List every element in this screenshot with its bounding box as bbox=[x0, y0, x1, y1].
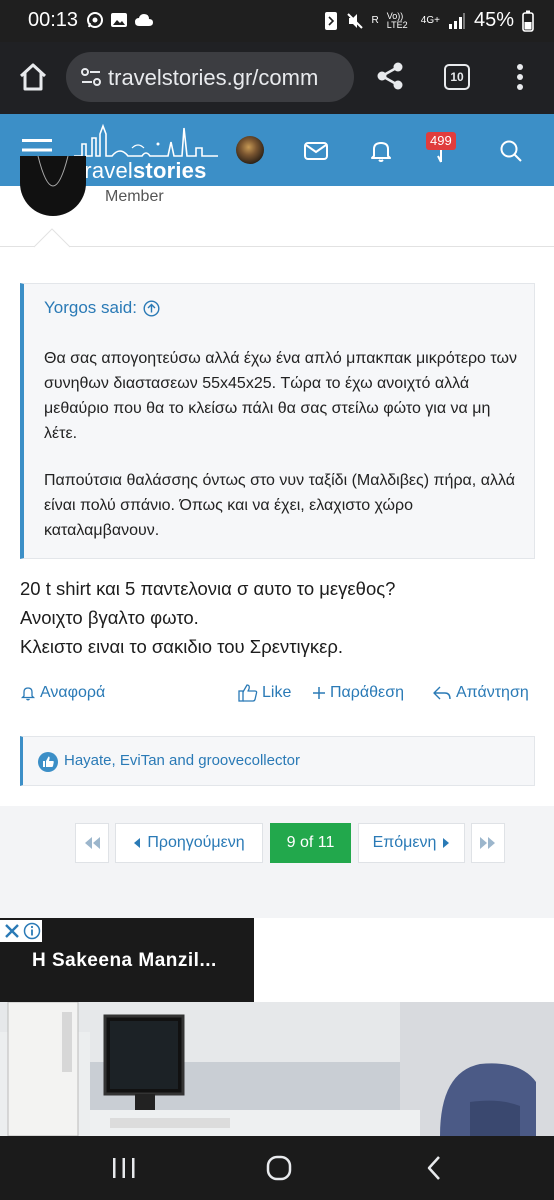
status-time: 00:13 bbox=[28, 9, 79, 31]
logo-prefix: travel bbox=[78, 158, 133, 183]
author-avatar[interactable] bbox=[20, 156, 86, 216]
reply-label: Απάντηση bbox=[456, 684, 529, 701]
address-bar[interactable]: travelstories.gr/comm bbox=[66, 52, 354, 102]
inbox-icon[interactable] bbox=[303, 138, 329, 164]
message-pointer bbox=[34, 228, 70, 248]
plus-icon bbox=[313, 687, 325, 699]
cloud-icon bbox=[135, 14, 153, 26]
gallery-icon bbox=[111, 13, 127, 27]
double-left-icon bbox=[85, 837, 100, 849]
report-button[interactable]: Αναφορά bbox=[20, 684, 105, 702]
reactions-bar[interactable]: Hayate, EviTan and groovecollector bbox=[20, 736, 535, 786]
home-icon[interactable] bbox=[16, 60, 50, 94]
site-settings-icon[interactable] bbox=[80, 66, 102, 88]
thumbs-up-icon bbox=[238, 684, 258, 702]
quote-author-link[interactable]: Yorgos said: bbox=[44, 298, 160, 318]
status-bar: 00:13 R Vo)) LTE2 4G+ 45% bbox=[0, 0, 554, 42]
reply-button[interactable]: Απάντηση bbox=[432, 684, 529, 702]
current-page-indicator[interactable]: 9 of 11 bbox=[270, 823, 351, 863]
reactions-users[interactable]: Hayate, EviTan and groovecollector bbox=[64, 752, 300, 769]
double-right-icon bbox=[480, 837, 495, 849]
signal-icon bbox=[448, 12, 465, 29]
overflow-menu-icon[interactable] bbox=[510, 62, 530, 92]
battery-percent: 45% bbox=[473, 9, 514, 31]
skyline-icon bbox=[74, 123, 218, 157]
next-page-label: Επόμενη bbox=[372, 834, 437, 851]
like-reaction-icon bbox=[38, 752, 58, 772]
author-role: Member bbox=[105, 188, 164, 205]
like-button[interactable]: Like bbox=[238, 684, 291, 702]
forum-post: Member Yorgos said: Θα σας απογοητεύσω α… bbox=[0, 156, 554, 806]
quote-block: Yorgos said: Θα σας απογοητεύσω αλλά έχω… bbox=[20, 283, 535, 559]
author-divider bbox=[0, 246, 554, 247]
mute-icon bbox=[346, 12, 363, 29]
logo-suffix: stories bbox=[133, 158, 207, 183]
browser-toolbar: travelstories.gr/comm 10 bbox=[0, 42, 554, 114]
ad-image[interactable] bbox=[0, 1002, 554, 1136]
quote-label: Παράθεση bbox=[330, 684, 404, 701]
network-type-label: 4G+ bbox=[420, 15, 440, 26]
prev-page-label: Προηγούμενη bbox=[147, 834, 245, 851]
user-avatar[interactable] bbox=[236, 136, 264, 164]
battery-icon bbox=[522, 10, 534, 32]
quote-button[interactable]: Παράθεση bbox=[312, 684, 404, 702]
roaming-label: R bbox=[371, 15, 379, 26]
reply-icon bbox=[433, 686, 451, 700]
status-system-icons: R Vo)) LTE2 4G+ 45% bbox=[324, 9, 534, 32]
search-icon[interactable] bbox=[498, 138, 524, 164]
arrow-circle-up-icon[interactable] bbox=[143, 299, 160, 317]
bell-icon bbox=[20, 687, 36, 701]
ad-title: H Sakeena Manzil... bbox=[32, 950, 217, 971]
next-page-button[interactable]: Επόμενη bbox=[358, 823, 465, 863]
post-actions: Αναφορά Like Παράθεση Απάντηση bbox=[0, 684, 554, 710]
volte-label: Vo)) LTE2 bbox=[386, 10, 408, 30]
system-nav-bar bbox=[0, 1136, 554, 1200]
prev-page-button[interactable]: Προηγούμενη bbox=[115, 823, 263, 863]
close-icon[interactable] bbox=[2, 921, 22, 941]
quote-paragraph-1: Θα σας απογοητεύσω αλλά έχω ένα απλό μπα… bbox=[44, 350, 517, 442]
back-icon[interactable] bbox=[424, 1155, 444, 1181]
office-photo bbox=[0, 1002, 554, 1136]
post-line: Ανοιχτο βγαλτο φωτο. bbox=[20, 607, 199, 628]
caret-right-icon bbox=[443, 838, 450, 848]
quote-paragraph-2: Παπούτσια θαλάσσης όντως στο νυν ταξίδι … bbox=[44, 472, 515, 539]
nfc-icon bbox=[324, 11, 337, 30]
post-line: Κλειστο ειναι το σακιδιο του Σρεντιγκερ. bbox=[20, 636, 344, 657]
report-label: Αναφορά bbox=[40, 684, 106, 701]
ad-controls bbox=[0, 920, 42, 942]
whatsapp-icon bbox=[87, 12, 103, 28]
logo-text: travelstories bbox=[78, 158, 207, 184]
share-icon[interactable] bbox=[374, 60, 406, 92]
bell-icon[interactable] bbox=[368, 138, 394, 164]
recent-apps-icon[interactable] bbox=[111, 1156, 137, 1180]
home-nav-icon[interactable] bbox=[266, 1155, 292, 1181]
status-notification-icons bbox=[86, 11, 154, 29]
url-text: travelstories.gr/comm bbox=[108, 65, 319, 90]
notification-badge: 499 bbox=[426, 132, 456, 150]
info-icon[interactable] bbox=[23, 922, 41, 940]
like-label: Like bbox=[262, 684, 292, 701]
quote-author-name: Yorgos said: bbox=[44, 298, 137, 317]
first-page-button[interactable] bbox=[75, 823, 109, 863]
advertisement[interactable]: H Sakeena Manzil... bbox=[0, 918, 554, 1136]
post-line: 20 t shirt και 5 παντελονια σ αυτο το με… bbox=[20, 578, 396, 599]
caret-left-icon bbox=[134, 838, 141, 848]
avatar-image bbox=[37, 156, 69, 187]
post-body: 20 t shirt και 5 παντελονια σ αυτο το με… bbox=[20, 574, 540, 661]
tab-switcher-button[interactable]: 10 bbox=[444, 64, 470, 90]
site-logo[interactable]: travelstories bbox=[72, 120, 222, 184]
last-page-button[interactable] bbox=[471, 823, 505, 863]
